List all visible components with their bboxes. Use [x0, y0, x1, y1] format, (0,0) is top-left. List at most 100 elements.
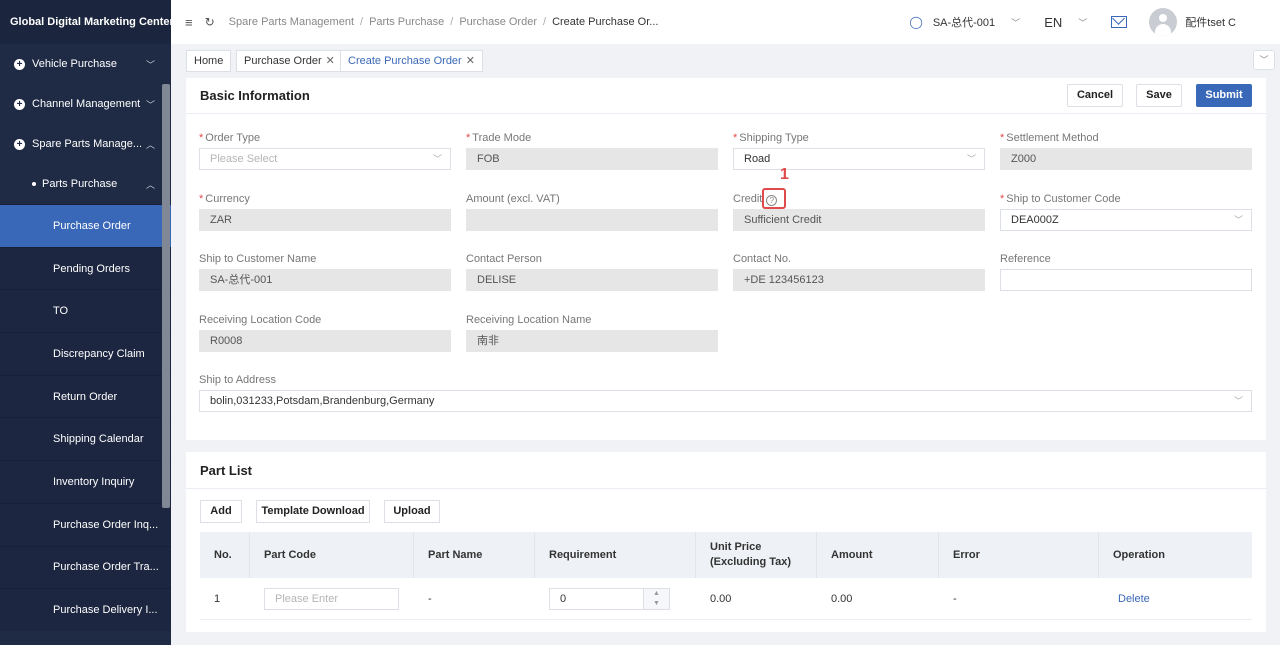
brand-title: Global Digital Marketing Center	[0, 0, 174, 44]
field-label: Contact Person	[466, 253, 542, 265]
breadcrumb-item[interactable]: Purchase Order	[459, 16, 537, 28]
credit-input: Sufficient Credit	[733, 209, 985, 231]
chevron-down-icon[interactable]: ﹀	[1078, 16, 1087, 29]
menu-label: Spare Parts Manage...	[32, 138, 143, 150]
tab-bar: Home Purchase Order ✕ Create Purchase Ord…	[171, 44, 1280, 76]
tab-purchase-order[interactable]: Purchase Order ✕	[236, 50, 343, 72]
delete-link[interactable]: Delete	[1104, 578, 1150, 620]
contact-person-input: DELISE	[466, 269, 718, 291]
tab-home[interactable]: Home	[186, 50, 232, 72]
annotation-number: 1	[780, 166, 789, 183]
close-icon[interactable]: ✕	[326, 55, 335, 67]
column-header: Amount	[817, 532, 939, 578]
column-header: Error	[939, 532, 1099, 578]
refresh-icon[interactable]: ↻	[205, 15, 215, 29]
menu-to[interactable]: TO	[0, 289, 171, 333]
tab-create-purchase-order[interactable]: Create Purchase Order ✕	[340, 50, 483, 72]
shipping-type-field: * Shipping Type Road ﹀	[733, 132, 985, 170]
reference-field: Reference	[1000, 253, 1252, 291]
add-button[interactable]: Add	[200, 500, 242, 523]
breadcrumb-current: Create Purchase Or...	[552, 16, 659, 28]
cancel-button[interactable]: Cancel	[1067, 84, 1123, 107]
upload-button[interactable]: Upload	[384, 500, 440, 523]
requirement-cell: 0 ▲ ▼	[535, 578, 670, 620]
breadcrumb-item[interactable]: Parts Purchase	[369, 16, 444, 28]
chevron-up-icon: ︿	[145, 179, 155, 190]
menu-discrepancy-claim[interactable]: Discrepancy Claim	[0, 332, 171, 375]
settlement-method-field: * Settlement Method Z000	[1000, 132, 1252, 170]
ship-to-code-select[interactable]: DEA000Z ﹀	[1000, 209, 1252, 231]
menu-channel-management[interactable]: + Channel Management ﹀	[0, 84, 171, 124]
shipping-type-select[interactable]: Road ﹀	[733, 148, 985, 170]
chevron-down-icon: ﹀	[145, 99, 155, 110]
sidebar: Global Digital Marketing Center + Vehicle…	[0, 0, 174, 645]
trade-mode-input: FOB	[466, 148, 718, 170]
section-title: Basic Information Cancel Save Submit	[186, 78, 1266, 114]
contact-no-field: Contact No. +DE 123456123	[733, 253, 985, 291]
contact-no-input: +DE 123456123	[733, 269, 985, 291]
column-header: No.	[200, 532, 250, 578]
column-header: Unit Price (Excluding Tax)	[696, 532, 817, 578]
table-header: No. Part Code Part Name Requirement Unit…	[200, 532, 1252, 578]
submit-button[interactable]: Submit	[1196, 84, 1252, 107]
menu-return-order[interactable]: Return Order	[0, 374, 171, 418]
menu-parts-purchase[interactable]: Parts Purchase ︿	[0, 164, 171, 204]
field-label: Ship to Customer Name	[199, 253, 317, 265]
tab-label: Create Purchase Order	[348, 55, 462, 67]
chevron-down-icon: ﹀	[1233, 396, 1243, 406]
error-cell: -	[953, 593, 957, 605]
menu-purchase-order-inquiry[interactable]: Purchase Order Inq...	[0, 502, 171, 546]
ship-to-name-input: SA-总代-001	[199, 269, 451, 291]
field-label: Contact No.	[733, 253, 792, 265]
part-code-cell: Please Enter	[250, 578, 399, 620]
column-header: Operation	[1113, 549, 1165, 561]
field-label: Ship to Customer Code	[1006, 193, 1121, 205]
tab-label: Purchase Order	[244, 55, 322, 67]
breadcrumb-item[interactable]: Spare Parts Management	[229, 16, 354, 28]
receiving-code-input: R0008	[199, 330, 451, 352]
amount-cell: 0.00	[831, 593, 853, 605]
requirement-stepper[interactable]: 0 ▲ ▼	[549, 588, 670, 610]
reference-input[interactable]	[1000, 269, 1252, 291]
column-header: Part Code	[250, 532, 414, 578]
receiving-code-field: Receiving Location Code R0008	[199, 314, 451, 352]
account-name[interactable]: SA-总代-001	[933, 14, 995, 30]
hamburger-icon[interactable]: ≡	[185, 15, 193, 30]
avatar[interactable]	[1149, 8, 1178, 36]
chevron-down-icon[interactable]: ﹀	[1253, 50, 1275, 70]
stepper-arrows-icon[interactable]: ▲ ▼	[643, 589, 669, 609]
section-title: Part List	[186, 452, 1266, 489]
menu-purchase-delivery[interactable]: Purchase Delivery I...	[0, 588, 171, 631]
sidebar-scrollbar[interactable]	[162, 84, 170, 508]
ship-to-code-field: * Ship to Customer Code DEA000Z ﹀	[1000, 193, 1252, 231]
language-select[interactable]: EN	[1044, 15, 1062, 30]
ship-to-address-select[interactable]: bolin,031233,Potsdam,Brandenburg,Germany…	[199, 390, 1252, 412]
template-download-button[interactable]: Template Download	[256, 500, 370, 523]
user-name[interactable]: 配件tset C	[1185, 14, 1236, 30]
chevron-down-icon[interactable]: ﹀	[1011, 16, 1020, 29]
menu-shipping-calendar[interactable]: Shipping Calendar	[0, 417, 171, 461]
menu-pending-orders[interactable]: Pending Orders	[0, 246, 171, 290]
menu-spare-parts[interactable]: + Spare Parts Manage... ︿	[0, 124, 171, 164]
save-button[interactable]: Save	[1136, 84, 1182, 107]
topbar: ≡ ↻ Spare Parts Management / Parts Purcha…	[171, 0, 1280, 44]
order-type-select[interactable]: Please Select ﹀	[199, 148, 451, 170]
table-row: 1 Please Enter - 0 ▲ ▼ 0.00 0.00 - Delete	[200, 578, 1252, 620]
menu-label: Parts Purchase	[42, 178, 118, 190]
field-label: Credit	[733, 193, 763, 205]
amount-input	[466, 209, 718, 231]
breadcrumb: Spare Parts Management / Parts Purchase / …	[229, 16, 659, 28]
menu-purchase-order-tracking[interactable]: Purchase Order Tra...	[0, 545, 171, 589]
plus-circle-icon: +	[14, 138, 25, 150]
row-number: 1	[214, 593, 221, 605]
contact-person-field: Contact Person DELISE	[466, 253, 718, 291]
mail-icon[interactable]	[1111, 16, 1128, 28]
section-title-text: Part List	[200, 462, 253, 478]
menu-vehicle-purchase[interactable]: + Vehicle Purchase ﹀	[0, 44, 171, 84]
close-icon[interactable]: ✕	[466, 55, 475, 67]
part-code-input[interactable]: Please Enter	[264, 588, 399, 610]
settlement-method-input: Z000	[1000, 148, 1252, 170]
menu-inventory-inquiry[interactable]: Inventory Inquiry	[0, 460, 171, 503]
receiving-name-field: Receiving Location Name 南非	[466, 314, 718, 352]
menu-purchase-order[interactable]: Purchase Order	[0, 204, 171, 247]
